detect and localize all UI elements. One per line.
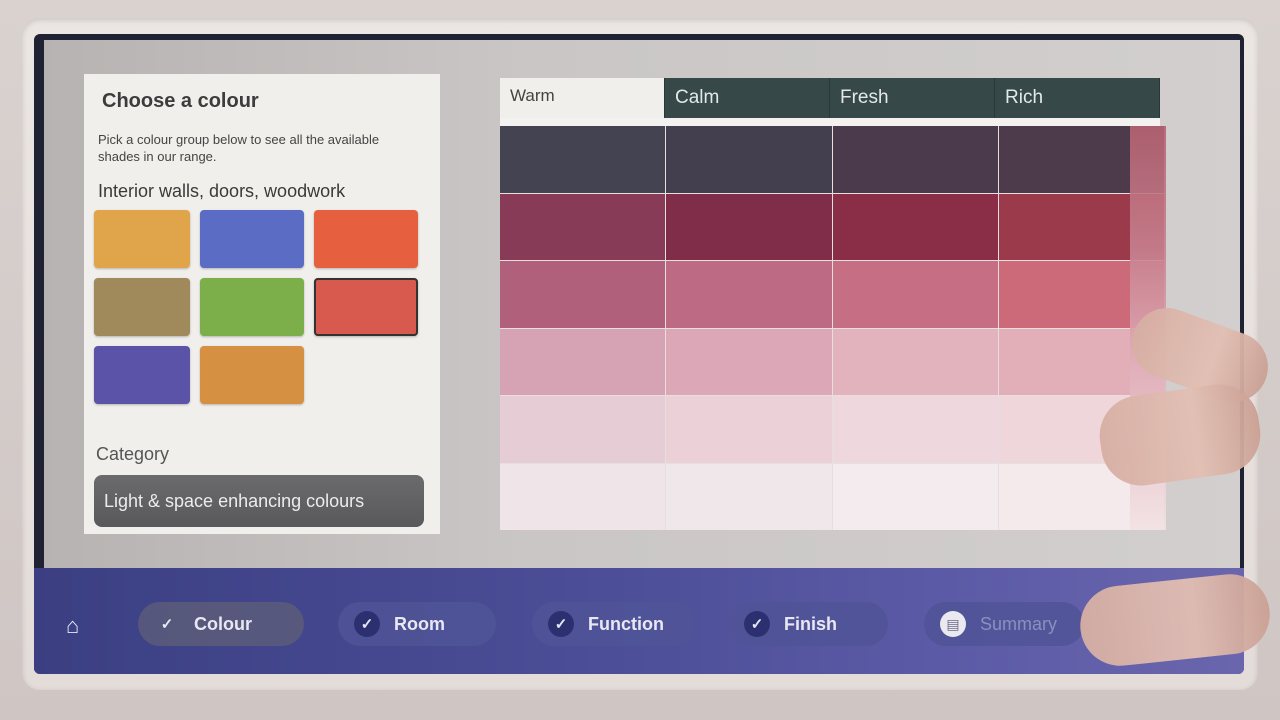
colour-swatch[interactable] [94, 346, 190, 404]
colour-chooser-panel: Choose a colour Pick a colour group belo… [84, 74, 440, 534]
step-room[interactable]: ✓ Room [338, 602, 496, 646]
step-label: Function [588, 613, 664, 634]
check-icon: ✓ [548, 611, 574, 637]
colour-group-grid [94, 210, 430, 404]
device-screen: Choose a colour Pick a colour group belo… [34, 34, 1244, 674]
shade-swatch[interactable] [832, 328, 998, 395]
shade-grid [500, 126, 1164, 530]
shade-swatch[interactable] [832, 126, 998, 193]
section-heading: Interior walls, doors, woodwork [98, 181, 346, 201]
shade-swatch[interactable] [500, 396, 666, 463]
shade-swatch[interactable] [832, 463, 998, 530]
colour-swatch[interactable] [314, 210, 418, 268]
colour-swatch[interactable] [200, 210, 304, 268]
shade-swatch[interactable] [666, 261, 832, 328]
shade-swatch[interactable] [500, 328, 666, 395]
panel-title: Choose a colour [102, 90, 259, 112]
tab-bar: Warm Calm Fresh Rich [500, 78, 1160, 118]
colour-swatch[interactable] [314, 278, 418, 336]
category-label: Category [96, 444, 170, 464]
shade-swatch[interactable] [832, 193, 998, 260]
shade-swatch[interactable] [666, 396, 832, 463]
category-button[interactable]: Light & space enhancing colours [94, 475, 424, 527]
step-label: Colour [194, 613, 252, 634]
check-icon: ✓ [354, 611, 380, 637]
document-icon: ▤ [940, 611, 966, 637]
colour-swatch[interactable] [200, 278, 304, 336]
colour-swatch[interactable] [94, 210, 190, 268]
home-icon[interactable]: ⌂ [66, 614, 90, 638]
bottom-navigation: ⌂ ✓ Colour ✓ Room ✓ Function ✓ Finish ▤ Summary [34, 568, 1244, 674]
shade-swatch[interactable] [500, 261, 666, 328]
tab-calm[interactable]: Calm [665, 78, 830, 118]
shade-swatch[interactable] [500, 126, 666, 193]
shade-swatch[interactable] [666, 463, 832, 530]
step-summary[interactable]: ▤ Summary [924, 602, 1084, 646]
check-icon: ✓ [160, 616, 174, 633]
step-function[interactable]: ✓ Function [532, 602, 694, 646]
panel-description: Pick a colour group below to see all the… [98, 132, 380, 164]
colour-swatch[interactable] [200, 346, 304, 404]
tab-warm[interactable]: Warm [500, 78, 665, 118]
tab-underline [500, 118, 1160, 126]
step-finish[interactable]: ✓ Finish [728, 602, 888, 646]
shade-swatch[interactable] [666, 126, 832, 193]
step-label: Summary [980, 613, 1058, 634]
tab-fresh[interactable]: Fresh [830, 78, 995, 118]
colour-swatch[interactable] [94, 278, 190, 336]
shade-swatch[interactable] [500, 193, 666, 260]
step-label: Room [394, 613, 445, 634]
tab-rich[interactable]: Rich [995, 78, 1160, 118]
shade-swatch[interactable] [666, 193, 832, 260]
check-icon: ✓ [744, 611, 770, 637]
step-colour[interactable]: ✓ Colour [138, 602, 304, 646]
shade-swatch[interactable] [832, 396, 998, 463]
step-label: Finish [784, 613, 837, 634]
shade-swatch[interactable] [832, 261, 998, 328]
shade-swatch[interactable] [666, 328, 832, 395]
app-canvas: Choose a colour Pick a colour group belo… [44, 40, 1240, 568]
shade-swatch[interactable] [500, 463, 666, 530]
shade-panel: Warm Calm Fresh Rich [500, 78, 1166, 534]
